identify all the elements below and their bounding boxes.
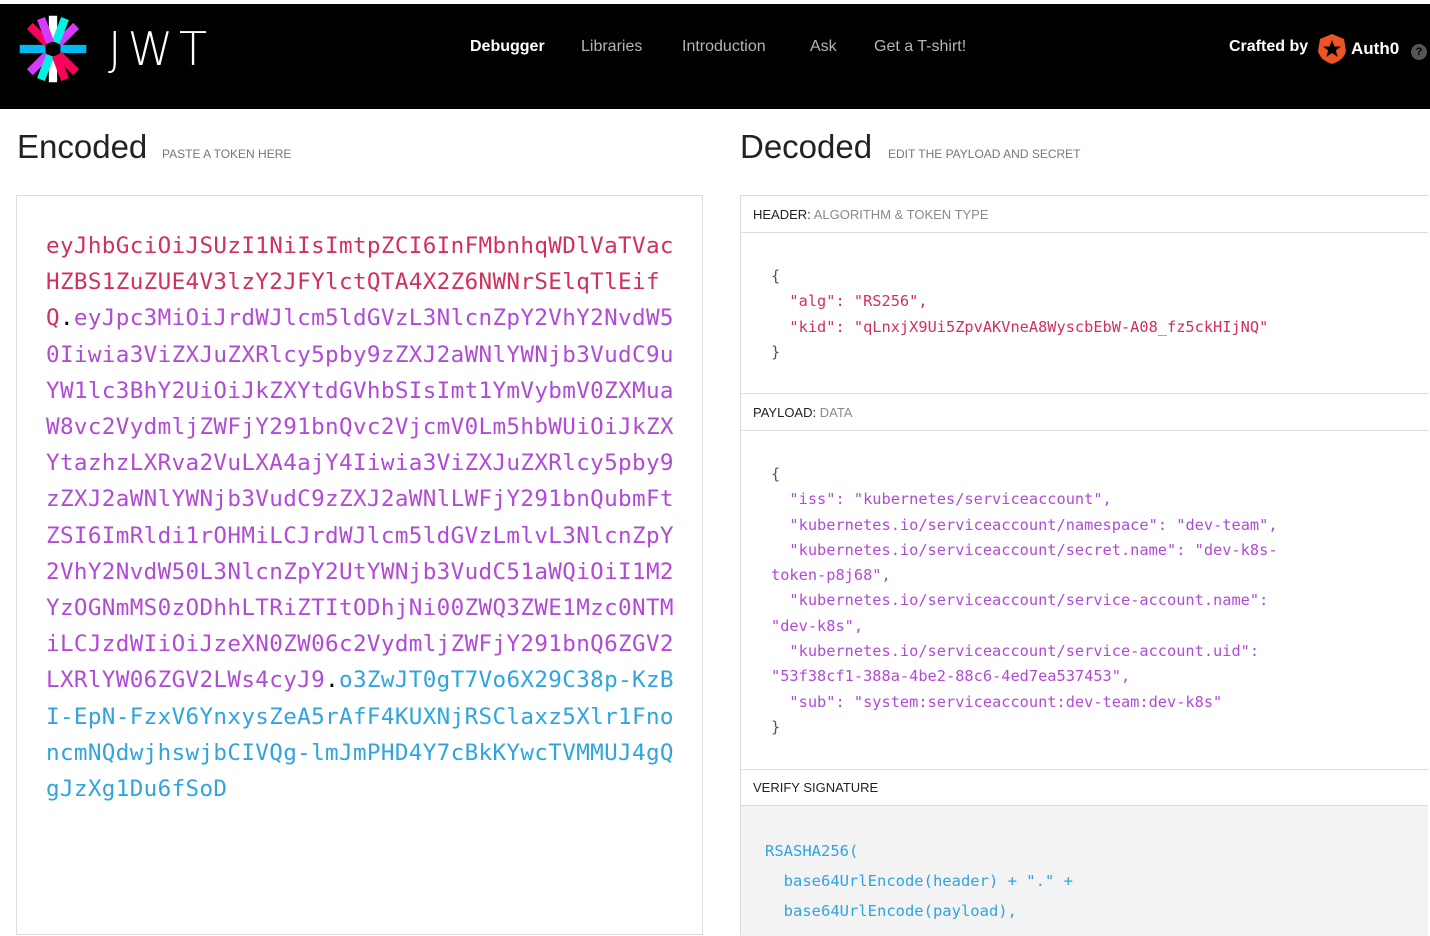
top-bar: JWT Debugger Libraries Introduction Ask … bbox=[0, 4, 1430, 109]
payload-json-editor[interactable]: { "iss": "kubernetes/serviceaccount", "k… bbox=[771, 462, 1278, 740]
header-section-label: HEADER: ALGORITHM & TOKEN TYPE bbox=[741, 196, 1428, 233]
nav-ask[interactable]: Ask bbox=[810, 38, 837, 56]
json-line: { bbox=[771, 267, 781, 285]
json-key: "kid" bbox=[771, 317, 836, 336]
jwt-logo-icon[interactable] bbox=[16, 12, 90, 86]
crafted-by-label: Crafted by bbox=[1229, 38, 1309, 55]
encoded-title: Encoded bbox=[17, 128, 148, 165]
auth0-logo-icon[interactable] bbox=[1318, 34, 1346, 64]
json-line: "alg": "RS256", bbox=[771, 289, 1268, 314]
verify-section-label: VERIFY SIGNATURE bbox=[741, 769, 1428, 806]
encoded-token-text[interactable]: eyJhbGciOiJSUzI1NiIsImtpZCI6InFMbnhqWDlV… bbox=[46, 228, 686, 807]
token-dot: . bbox=[59, 305, 74, 332]
json-value: : "dev-team", bbox=[1157, 515, 1278, 534]
encoded-token-input[interactable]: eyJhbGciOiJSUzI1NiIsImtpZCI6InFMbnhqWDlV… bbox=[16, 195, 703, 935]
decoded-panel: HEADER: ALGORITHM & TOKEN TYPE { "alg": … bbox=[740, 195, 1428, 936]
json-line: "kubernetes.io/serviceaccount/service-ac… bbox=[771, 588, 1278, 613]
json-line: "kubernetes.io/serviceaccount/service-ac… bbox=[771, 639, 1278, 664]
json-line: "iss": "kubernetes/serviceaccount", bbox=[771, 487, 1278, 512]
json-value: : "qLnxjX9Ui5ZpvAKVneA8WyscbEbW-A08_fz5c… bbox=[835, 317, 1269, 336]
verify-label: VERIFY SIGNATURE bbox=[753, 780, 879, 795]
token-dot: . bbox=[325, 667, 340, 694]
json-line: } bbox=[771, 342, 781, 361]
nav-tshirt[interactable]: Get a T-shirt! bbox=[874, 38, 966, 56]
encoded-subtitle: PASTE A TOKEN HERE bbox=[162, 147, 292, 161]
json-key: "kubernetes.io/serviceaccount/namespace" bbox=[771, 515, 1158, 534]
verify-signature-code: RSASHA256( base64UrlEncode(header) + "."… bbox=[765, 836, 1073, 926]
decoded-title: Decoded bbox=[740, 128, 873, 165]
json-line: { bbox=[771, 465, 781, 483]
json-value: : "kubernetes/serviceaccount", bbox=[835, 490, 1112, 509]
nav-libraries[interactable]: Libraries bbox=[581, 38, 642, 56]
json-key: "kubernetes.io/serviceaccount/secret.nam… bbox=[771, 540, 1177, 559]
json-line: "kid": "qLnxjX9Ui5ZpvAKVneA8WyscbEbW-A08… bbox=[771, 315, 1268, 340]
json-key: "kubernetes.io/serviceaccount/service-ac… bbox=[771, 591, 1260, 610]
verify-code-line: RSASHA256( bbox=[765, 842, 859, 860]
json-value: : "RS256", bbox=[835, 292, 928, 311]
header-label: HEADER: bbox=[753, 207, 811, 222]
payload-label: PAYLOAD: bbox=[753, 405, 817, 420]
json-line: "kubernetes.io/serviceaccount/namespace"… bbox=[771, 513, 1278, 538]
help-icon[interactable]: ? bbox=[1411, 44, 1427, 60]
payload-sublabel: DATA bbox=[819, 405, 853, 420]
json-value: : bbox=[1249, 642, 1260, 661]
nav-debugger[interactable]: Debugger bbox=[470, 38, 545, 56]
verify-signature-body: RSASHA256( base64UrlEncode(header) + "."… bbox=[741, 806, 1428, 936]
json-value: : "dev-k8s- bbox=[1176, 540, 1278, 559]
json-key: "sub" bbox=[771, 692, 836, 711]
json-key: "iss" bbox=[771, 490, 836, 509]
json-line: "53f38cf1-388a-4be2-88c6-4ed7ea537453", bbox=[771, 667, 1131, 686]
nav-introduction[interactable]: Introduction bbox=[682, 38, 766, 56]
json-value: : bbox=[1259, 591, 1269, 610]
verify-code-line: base64UrlEncode(header) + "." + bbox=[765, 872, 1073, 890]
json-line: } bbox=[771, 717, 781, 736]
json-line: "kubernetes.io/serviceaccount/secret.nam… bbox=[771, 538, 1278, 563]
json-key: "alg" bbox=[771, 292, 836, 311]
json-line: "sub": "system:serviceaccount:dev-team:d… bbox=[771, 690, 1278, 715]
json-line: "dev-k8s", bbox=[771, 616, 864, 635]
auth0-link[interactable]: Auth0 bbox=[1351, 39, 1399, 59]
json-line: token-p8j68", bbox=[771, 566, 891, 585]
json-key: "kubernetes.io/serviceaccount/service-ac… bbox=[771, 642, 1250, 661]
header-json-editor[interactable]: { "alg": "RS256", "kid": "qLnxjX9Ui5ZpvA… bbox=[771, 264, 1268, 365]
header-sublabel: ALGORITHM & TOKEN TYPE bbox=[813, 207, 989, 222]
jwt-wordmark[interactable]: JWT bbox=[108, 24, 213, 74]
payload-section-label: PAYLOAD: DATA bbox=[741, 394, 1428, 431]
decoded-subtitle: EDIT THE PAYLOAD AND SECRET bbox=[888, 147, 1081, 161]
verify-code-line: base64UrlEncode(payload), bbox=[765, 902, 1017, 920]
json-value: : "system:serviceaccount:dev-team:dev-k8… bbox=[835, 692, 1223, 711]
token-payload-part: eyJpc3MiOiJrdWJlcm5ldGVzL3NlcnZpY2VhY2Nv… bbox=[46, 305, 674, 694]
